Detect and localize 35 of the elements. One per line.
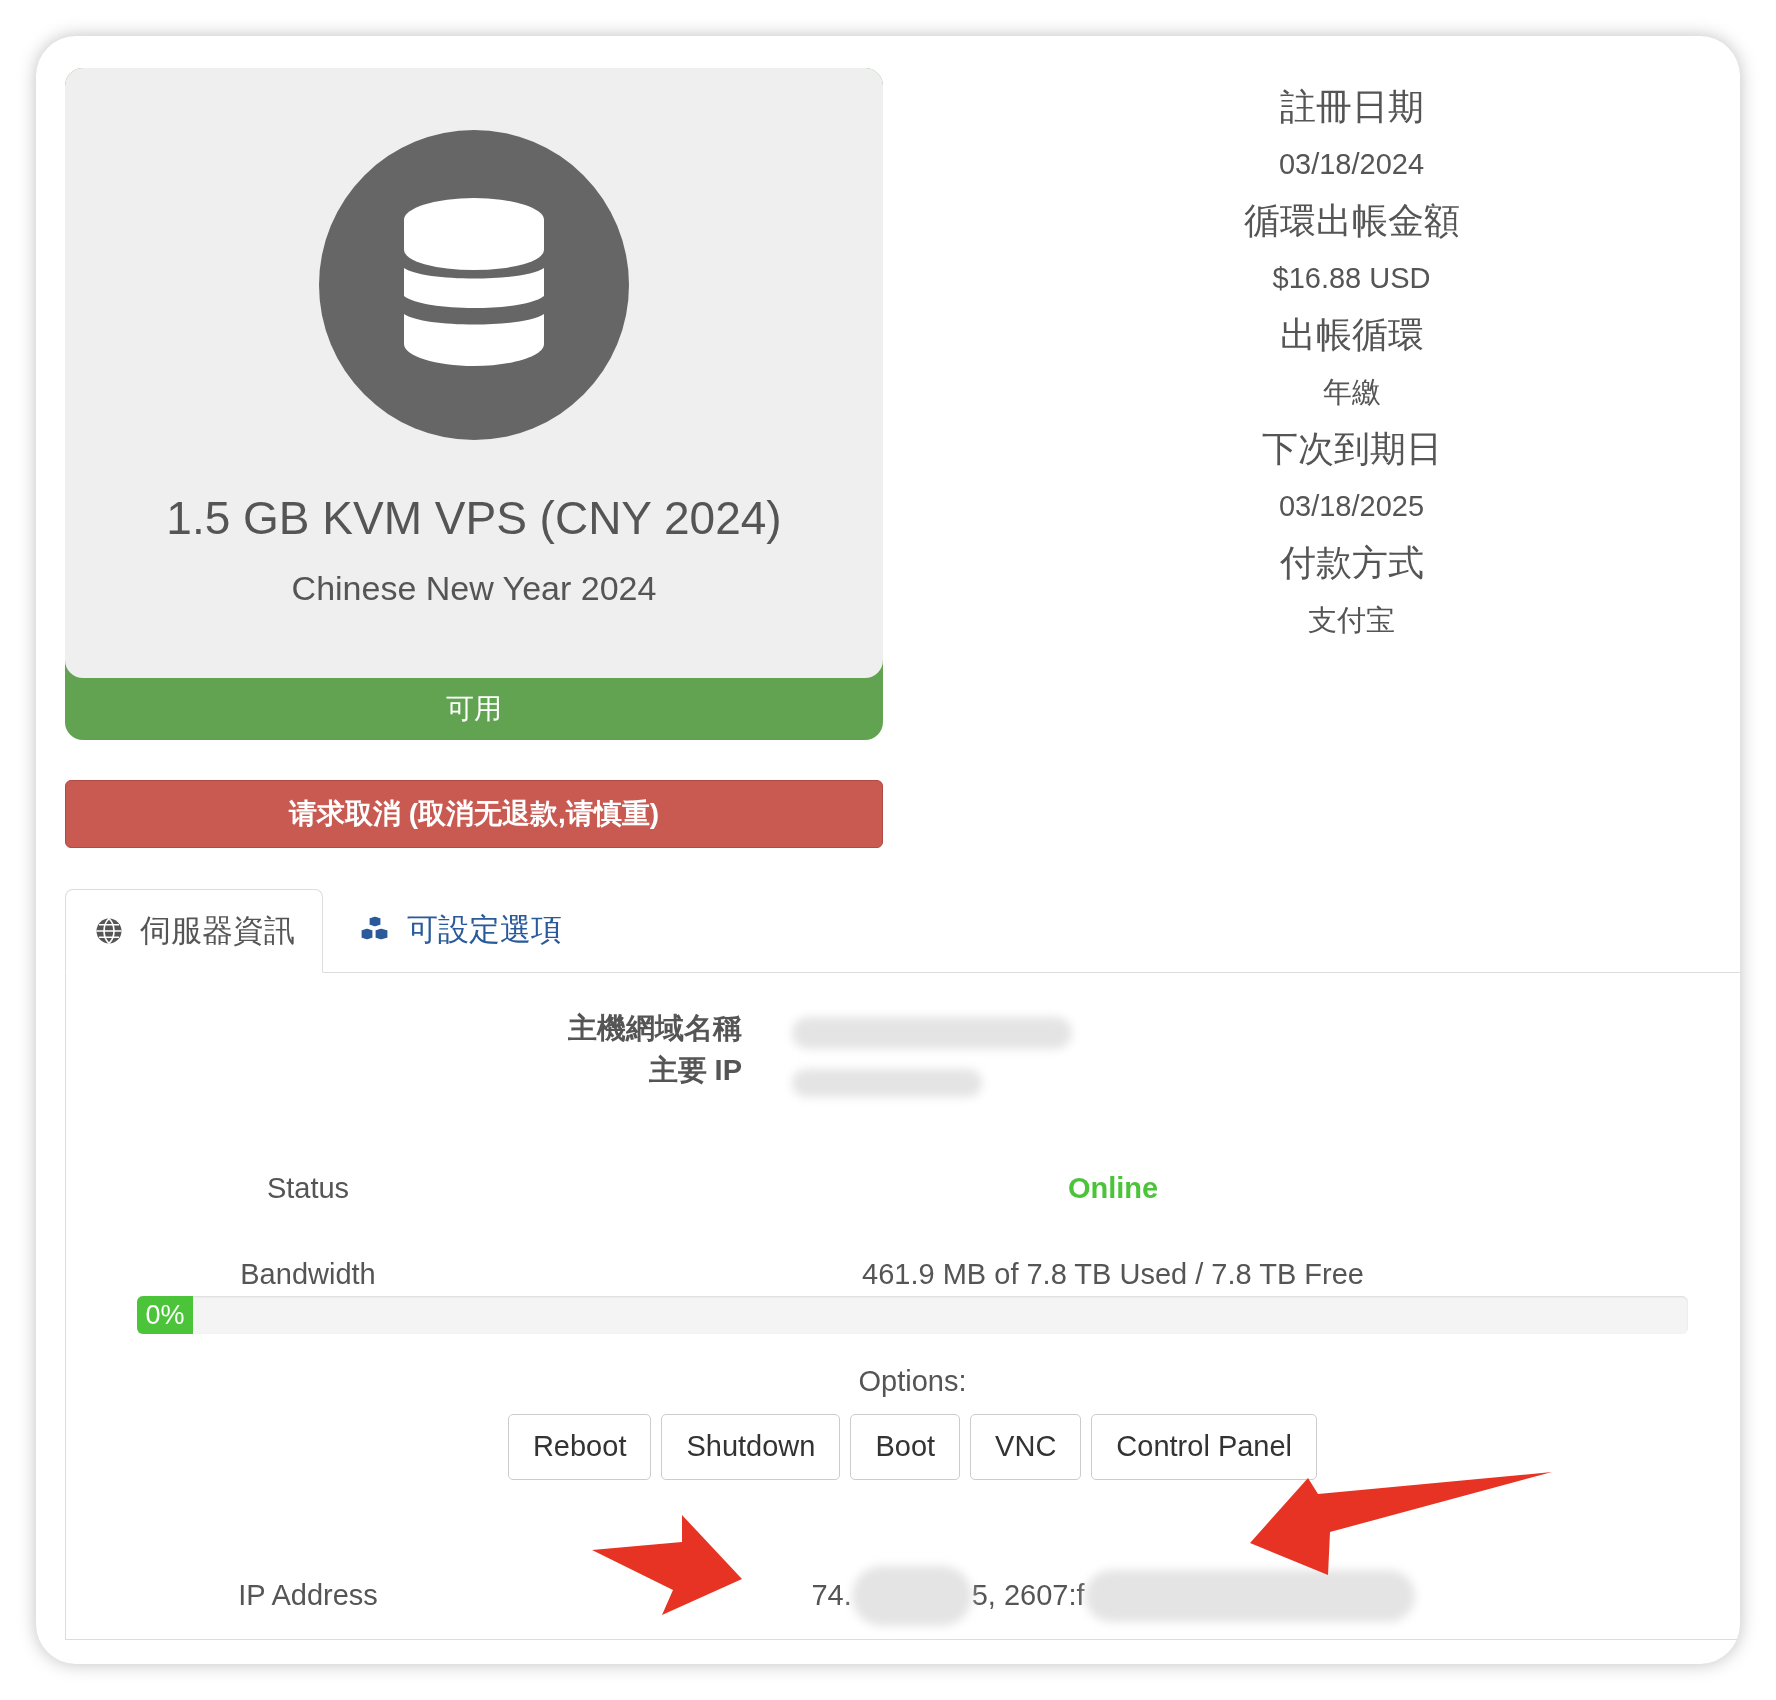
tab[interactable]: 可設定選項 [323, 888, 598, 972]
database-icon [319, 130, 629, 440]
arrow-icon [592, 1515, 742, 1615]
status-value: Online [1066, 1171, 1160, 1206]
detail-label: 循環出帳金額 [1243, 199, 1460, 243]
option-button[interactable]: Reboot [507, 1413, 652, 1480]
detail-label: 註冊日期 [1279, 85, 1424, 129]
ip-address-end: 5, 2607:f [971, 1577, 1085, 1613]
bandwidth-fill: 0% [137, 1296, 193, 1334]
ip-address-start: 74. [811, 1577, 852, 1613]
option-button[interactable]: Boot [850, 1413, 961, 1480]
bandwidth-reading: 461.9 MB of 7.8 TB Used / 7.8 TB Free [861, 1256, 1365, 1292]
product-subtitle: Chinese New Year 2024 [291, 568, 657, 609]
options-label: Options: [858, 1364, 967, 1399]
ip-address-label: IP Address [237, 1577, 379, 1613]
option-button[interactable]: Control Panel [1091, 1413, 1318, 1480]
arrow-icon [1250, 1472, 1552, 1575]
status-label: 可用 [445, 692, 503, 726]
status-label: Status [265, 1171, 351, 1206]
detail-label: 付款方式 [1279, 541, 1424, 585]
detail-value: 03/18/2024 [1278, 147, 1425, 182]
detail-label: 下次到期日 [1261, 427, 1442, 471]
bandwidth-label: Bandwidth [239, 1256, 377, 1292]
detail-label: 出帳循環 [1279, 313, 1424, 357]
hostname-label: 主機網域名稱 [568, 1011, 742, 1046]
detail-value: 支付宝 [1308, 603, 1395, 638]
detail-value: 03/18/2025 [1278, 489, 1425, 524]
detail-value: $16.88 USD [1272, 261, 1431, 296]
product-title: 1.5 GB KVM VPS (CNY 2024) [166, 491, 782, 546]
option-button[interactable]: VNC [970, 1413, 1082, 1480]
primary-ip-label: 主要 IP [648, 1053, 742, 1088]
detail-value: 年繳 [1322, 375, 1381, 410]
option-button[interactable]: Shutdown [661, 1413, 841, 1480]
cancel-button[interactable]: 请求取消 (取消无退款,请慎重) [65, 780, 883, 848]
tab[interactable]: 伺服器資訊 [65, 889, 323, 973]
